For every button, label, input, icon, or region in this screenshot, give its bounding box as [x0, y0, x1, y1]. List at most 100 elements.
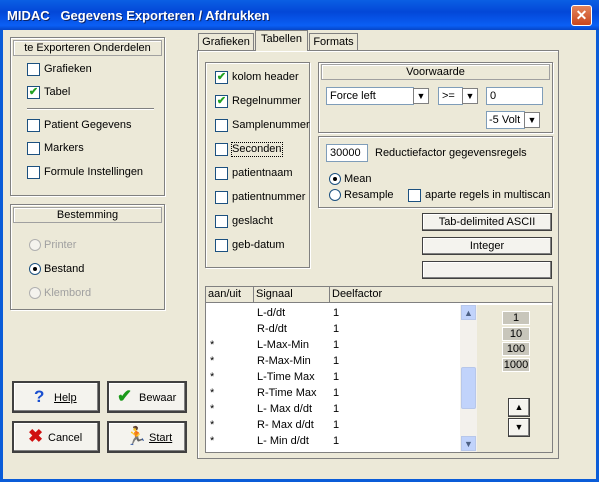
label-bestand: Bestand [44, 263, 85, 275]
label-column: Regelnummer [232, 95, 302, 107]
label-grafieken: Grafieken [44, 63, 92, 75]
label-column: kolom header [232, 71, 299, 83]
table-cell-on: * [210, 403, 215, 415]
chevron-down-icon[interactable]: ▼ [524, 112, 540, 128]
export-items-title: te Exporteren Onderdelen [13, 40, 162, 56]
close-button[interactable]: ✕ [571, 5, 592, 26]
factor-button[interactable]: 100 [502, 342, 530, 356]
checkbox-grafieken[interactable] [27, 63, 40, 76]
cancel-label: Cancel [48, 432, 83, 444]
checkbox-formule-instellingen[interactable] [27, 166, 40, 179]
table-cell-signal: R-Max-Min [257, 355, 311, 367]
threshold-input[interactable]: 0 [486, 87, 543, 105]
table-cell-signal: R- Max d/dt [257, 419, 314, 431]
checkmark-icon: ✔ [117, 386, 133, 406]
tab-grafieken[interactable]: Grafieken [198, 33, 254, 50]
factor-button[interactable]: 1000 [502, 357, 530, 372]
operator-select[interactable]: >= [438, 87, 463, 105]
bewaar-button[interactable]: ✔ Bewaar [107, 381, 187, 413]
table-cell-factor: 1 [333, 355, 340, 367]
label-column: geb-datum [232, 239, 285, 251]
factor-button[interactable]: 1 [502, 311, 530, 325]
radio-printer[interactable] [29, 239, 41, 251]
scroll-thumb[interactable] [461, 367, 476, 409]
table-cell-signal: R-d/dt [257, 323, 287, 335]
unit-select[interactable]: -5 Volt [486, 111, 525, 129]
move-up-button[interactable]: ▲ [508, 398, 530, 417]
table-cell-factor: 1 [333, 403, 340, 415]
table-cell-factor: 1 [333, 307, 340, 319]
checkbox-column[interactable] [215, 143, 228, 156]
start-label: Start [149, 432, 173, 444]
mode-select[interactable]: Force left [326, 87, 414, 105]
checkbox-column[interactable] [215, 119, 228, 132]
table-body: L-d/dt 1 R-d/dt 1 * L-Max-Min 1 * R-Max-Min 1 * L-T… [206, 305, 461, 452]
table-row[interactable]: * L- Min d/dt 1 [206, 433, 461, 449]
running-man-icon: 🏃 [125, 426, 148, 446]
label-formule-instellingen: Formule Instellingen [44, 166, 144, 178]
voorwaarde-title: Voorwaarde [321, 64, 550, 80]
factor-button[interactable]: 10 [502, 326, 530, 341]
table-row[interactable]: * L-Max-Min 1 [206, 337, 461, 353]
checkbox-column[interactable] [215, 167, 228, 180]
checkbox-column[interactable] [215, 215, 228, 228]
window-title: MIDAC Gegevens Exporteren / Afdrukken [7, 8, 270, 23]
table-cell-signal: L-Time Max [257, 371, 315, 383]
table-row[interactable]: L-d/dt 1 [206, 305, 461, 321]
format-integer-button[interactable]: Integer [422, 237, 552, 255]
checkbox-column[interactable] [215, 239, 228, 252]
question-icon: ? [34, 387, 45, 406]
vertical-scrollbar[interactable]: ▲ ▼ [460, 305, 477, 452]
tab-tabellen[interactable]: Tabellen [255, 30, 308, 51]
scroll-down-icon[interactable]: ▼ [461, 436, 476, 451]
checkbox-column[interactable] [215, 71, 228, 84]
columns-panel [205, 62, 310, 268]
start-button[interactable]: 🏃 Start [107, 421, 187, 453]
table-header: aan/uit Signaal Deelfactor [206, 287, 552, 303]
format-empty-button[interactable] [422, 261, 552, 279]
reductiefactor-label: Reductiefactor gegevensregels [375, 147, 527, 159]
cancel-button[interactable]: ✖ Cancel [12, 421, 100, 453]
label-markers: Markers [44, 142, 84, 154]
checkbox-patient-gegevens[interactable] [27, 119, 40, 132]
checkbox-tabel[interactable] [27, 86, 40, 99]
checkbox-column[interactable] [215, 95, 228, 108]
table-row[interactable]: * L- Max d/dt 1 [206, 401, 461, 417]
table-row[interactable]: * R- Max d/dt 1 [206, 417, 461, 433]
checkbox-column[interactable] [215, 191, 228, 204]
radio-bestand[interactable] [29, 263, 41, 275]
table-cell-signal: L- Max d/dt [257, 403, 313, 415]
table-row[interactable]: * R-Max-Min 1 [206, 353, 461, 369]
bewaar-label: Bewaar [139, 392, 177, 404]
table-cell-signal: L- Min d/dt [257, 435, 309, 447]
label-klembord: Klembord [44, 287, 92, 299]
help-button[interactable]: ? Help [12, 381, 100, 413]
table-cell-on: * [210, 355, 215, 367]
header-aan-uit[interactable]: aan/uit [206, 287, 254, 303]
scroll-up-icon[interactable]: ▲ [461, 305, 476, 320]
header-deelfactor[interactable]: Deelfactor [330, 287, 552, 303]
radio-mean[interactable] [329, 173, 341, 185]
tab-formats[interactable]: Formats [309, 33, 358, 50]
chevron-down-icon[interactable]: ▼ [413, 88, 429, 104]
checkbox-markers[interactable] [27, 142, 40, 155]
label-patient-gegevens: Patient Gegevens [44, 119, 132, 131]
help-label: Help [54, 392, 77, 404]
radio-klembord[interactable] [29, 287, 41, 299]
label-multiscan: aparte regels in multiscan [425, 189, 551, 201]
signal-table[interactable]: aan/uit Signaal Deelfactor L-d/dt 1 R-d/dt… [205, 286, 553, 453]
header-signaal[interactable]: Signaal [254, 287, 330, 303]
radio-resample[interactable] [329, 189, 341, 201]
reductiefactor-input[interactable]: 30000 [326, 144, 368, 162]
label-column: patientnummer [232, 191, 306, 203]
table-cell-factor: 1 [333, 435, 340, 447]
table-row[interactable]: * L-Time Max 1 [206, 369, 461, 385]
chevron-down-icon[interactable]: ▼ [462, 88, 478, 104]
table-cell-factor: 1 [333, 371, 340, 383]
table-row[interactable]: R-d/dt 1 [206, 321, 461, 337]
checkbox-multiscan[interactable] [408, 189, 421, 202]
format-ascii-button[interactable]: Tab-delimited ASCII [422, 213, 552, 231]
move-down-button[interactable]: ▼ [508, 418, 530, 437]
table-row[interactable]: * R-Time Max 1 [206, 385, 461, 401]
label-resample: Resample [344, 189, 394, 201]
